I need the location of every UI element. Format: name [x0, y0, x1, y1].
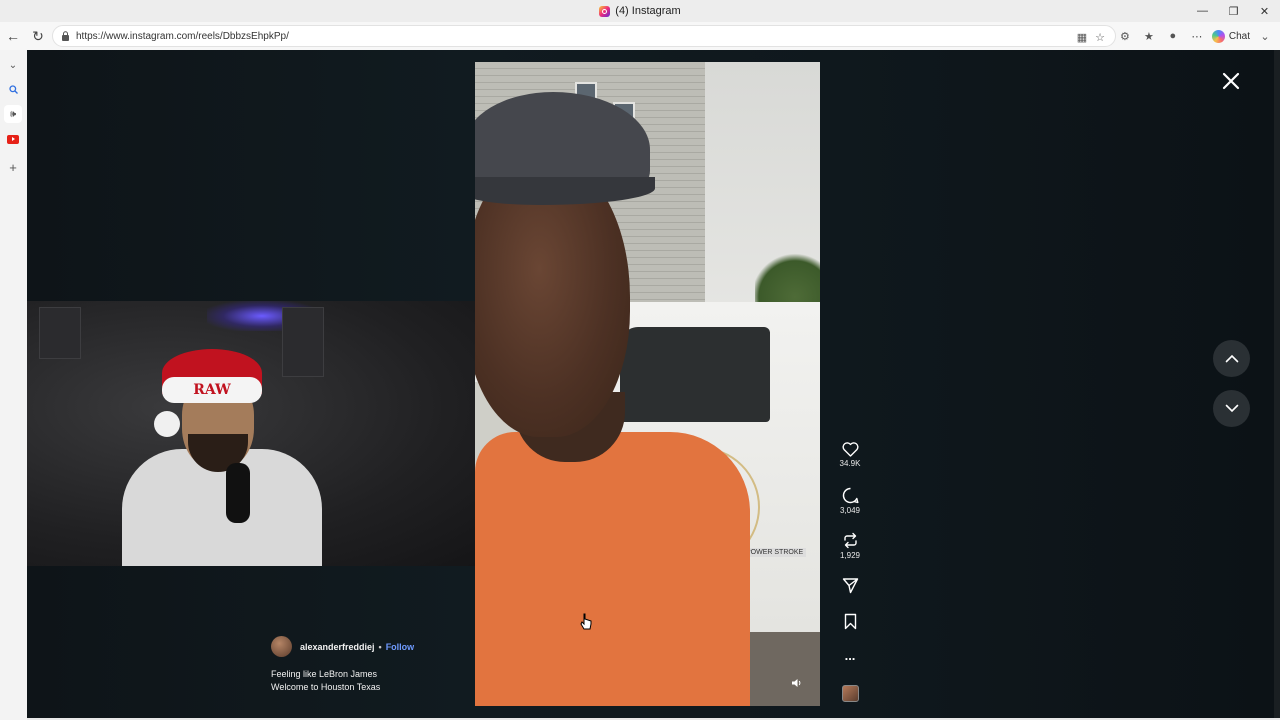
comment-button[interactable]: 3,049: [830, 487, 870, 515]
wall-poster: [39, 307, 81, 359]
window-controls: — ❐ ✕: [1187, 0, 1280, 22]
man-shirt: [475, 432, 750, 706]
sidebar-youtube-icon[interactable]: [4, 130, 22, 148]
sidebar-search-icon[interactable]: [4, 80, 22, 98]
like-button[interactable]: 34.9K: [830, 442, 870, 468]
url-text: https://www.instagram.com/reels/DbbzsEhp…: [76, 30, 289, 42]
window-titlebar: (4) Instagram — ❐ ✕: [0, 0, 1280, 22]
repost-icon: [843, 532, 857, 549]
bookmark-icon: [844, 613, 856, 630]
heart-icon: [841, 442, 859, 457]
back-arrow-icon[interactable]: ←: [1, 24, 25, 48]
reel-video[interactable]: OY POWER STROKE: [475, 62, 820, 706]
copilot-icon: [1211, 29, 1225, 43]
extensions-icon[interactable]: ⚙: [1116, 27, 1134, 45]
next-reel-button[interactable]: [1213, 390, 1250, 427]
microphone: [226, 463, 250, 523]
chevron-up-icon: [1225, 354, 1238, 363]
minimize-icon[interactable]: —: [1187, 0, 1218, 22]
close-window-icon[interactable]: ✕: [1249, 0, 1280, 22]
chevron-down-icon: [1225, 404, 1238, 413]
truck-badge: POWER STROKE: [743, 548, 807, 557]
webcam-overlay: RAW: [27, 301, 498, 566]
scrollbar[interactable]: [1274, 50, 1280, 718]
volume-icon[interactable]: [788, 674, 806, 692]
caption-line: Feeling like LeBron James: [271, 669, 378, 679]
caption-text: Feeling like LeBron James Welcome to Hou…: [271, 668, 491, 694]
santa-hat-band: RAW: [162, 377, 262, 403]
truck-window: [620, 327, 770, 422]
browser-toolbar: ← ↻ https://www.instagram.com/reels/Dbbz…: [0, 22, 1280, 50]
reel-viewer: RAW OY POWER STROKE 34.9K: [27, 50, 1280, 718]
address-bar-actions: ▦ ☆: [1077, 26, 1105, 48]
send-icon: [842, 578, 858, 594]
tab-title-group[interactable]: (4) Instagram: [599, 5, 681, 17]
chat-label: Chat: [1228, 30, 1250, 42]
follow-button[interactable]: Follow: [386, 642, 415, 652]
more-icon: ...: [844, 648, 856, 663]
audio-thumbnail[interactable]: [842, 685, 859, 702]
more-menu-icon[interactable]: ⋯: [1188, 27, 1206, 45]
restore-icon[interactable]: ❐: [1218, 0, 1249, 22]
favorite-star-icon[interactable]: ☆: [1095, 31, 1105, 44]
more-options-button[interactable]: ...: [830, 648, 870, 663]
reel-action-rail: 34.9K 3,049 1,929 ...: [830, 50, 870, 718]
refresh-icon[interactable]: ↻: [26, 24, 50, 48]
author-name[interactable]: alexanderfreddiej: [300, 642, 375, 652]
mouse-cursor-icon: [580, 613, 592, 636]
santa-hat-pom: [154, 411, 180, 437]
author-avatar[interactable]: [271, 636, 292, 657]
close-reel-button[interactable]: [1220, 70, 1242, 92]
sidebar-add-icon[interactable]: +: [4, 158, 22, 176]
lock-icon[interactable]: [59, 30, 71, 42]
author-row: alexanderfreddiej • Follow: [271, 636, 491, 657]
instagram-favicon-icon: [599, 5, 611, 17]
previous-reel-button[interactable]: [1213, 340, 1250, 377]
edge-sidebar: ⌄ 🕪 +: [0, 50, 27, 720]
app-available-icon[interactable]: ▦: [1077, 31, 1087, 44]
sidebar-audio-icon[interactable]: 🕪: [4, 105, 22, 123]
toolbar-icons: ⚙ ★ ● ⋯ Chat ⌄: [1116, 22, 1280, 50]
comment-icon: [842, 487, 858, 504]
reel-caption: alexanderfreddiej • Follow Feeling like …: [271, 636, 491, 694]
reposts-count: 1,929: [839, 551, 861, 560]
caption-line: Welcome to Houston Texas: [271, 682, 381, 692]
comments-count: 3,049: [839, 506, 861, 515]
close-icon: [1222, 72, 1240, 90]
youtube-icon: [7, 134, 19, 144]
sidebar-collapse-chevron-icon[interactable]: ⌄: [4, 56, 22, 74]
profile-avatar-icon[interactable]: ●: [1164, 27, 1182, 45]
author-separator: •: [378, 641, 382, 652]
tab-title: (4) Instagram: [615, 5, 681, 17]
repost-button[interactable]: 1,929: [830, 532, 870, 560]
streamer: RAW: [122, 349, 322, 566]
likes-count: 34.9K: [839, 459, 861, 468]
save-button[interactable]: [830, 613, 870, 630]
address-bar[interactable]: https://www.instagram.com/reels/DbbzsEhp…: [52, 25, 1116, 47]
copilot-chat-button[interactable]: Chat: [1211, 29, 1250, 43]
favorites-icon[interactable]: ★: [1140, 27, 1158, 45]
chevron-down-icon[interactable]: ⌄: [1256, 27, 1274, 45]
share-button[interactable]: [830, 577, 870, 594]
hat-text: RAW: [193, 382, 231, 398]
